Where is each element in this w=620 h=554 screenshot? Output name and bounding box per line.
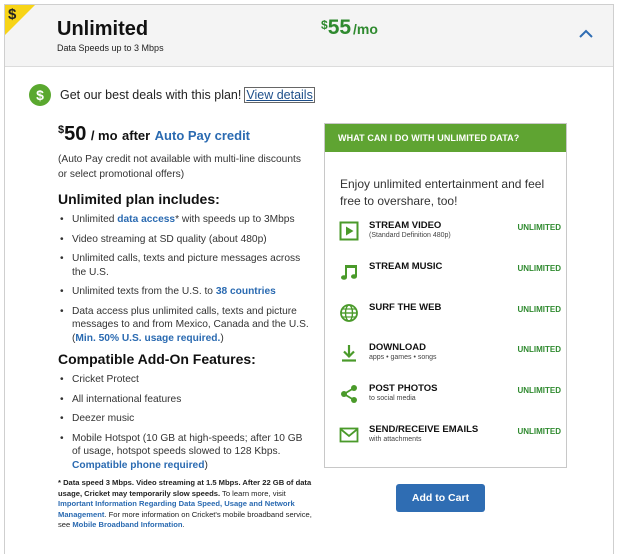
list-item: Unlimited data access* with speeds up to… <box>58 213 312 227</box>
plan-card: $ Unlimited Data Speeds up to 3 Mbps $55… <box>4 4 614 554</box>
chevron-up-icon[interactable] <box>579 27 593 41</box>
dollar-circle-icon: $ <box>29 84 51 106</box>
feature-title: SEND/RECEIVE EMAILS <box>369 424 479 435</box>
list-item: Video streaming at SD quality (about 480… <box>58 233 312 247</box>
feature-value: UNLIMITED <box>517 386 561 395</box>
globe-icon <box>340 304 358 322</box>
unlimited-data-intro: Enjoy unlimited entertainment and feel f… <box>340 177 545 208</box>
footnote: * Data speed 3 Mbps. Video streaming at … <box>58 478 312 529</box>
us-usage-link[interactable]: Min. 50% U.S. usage required. <box>75 333 220 344</box>
broadband-info-link[interactable]: Mobile Broadband Information <box>72 520 182 529</box>
unlimited-data-box: WHAT CAN I DO WITH UNLIMITED DATA? Enjoy… <box>324 123 567 468</box>
feature-value: UNLIMITED <box>517 264 561 273</box>
addons-list: Cricket Protect All international featur… <box>58 373 312 472</box>
autopay-credit-link[interactable]: Auto Pay credit <box>155 128 250 143</box>
feature-row: SEND/RECEIVE EMAILS with attachments UNL… <box>339 423 561 451</box>
email-icon <box>339 427 359 443</box>
feature-value: UNLIMITED <box>517 223 561 232</box>
feature-value: UNLIMITED <box>517 305 561 314</box>
view-details-link[interactable]: View details <box>244 87 315 103</box>
price-amount: 55 <box>327 16 352 39</box>
deal-banner: $ Get our best deals with this plan! Vie… <box>29 83 315 107</box>
plan-details: $50 / mo after Auto Pay credit (Auto Pay… <box>58 123 312 531</box>
feature-title: STREAM VIDEO <box>369 220 442 231</box>
plan-header[interactable]: $ Unlimited Data Speeds up to 3 Mbps $55… <box>5 5 613 67</box>
download-icon <box>342 345 356 362</box>
autopay-price-symbol: $ <box>58 124 65 136</box>
feature-title: SURF THE WEB <box>369 302 442 313</box>
feature-subtitle: apps • games • songs <box>369 354 437 361</box>
feature-row: SURF THE WEB UNLIMITED <box>339 301 561 329</box>
price-symbol: $ <box>321 18 328 32</box>
plan-subtitle: Data Speeds up to 3 Mbps <box>57 43 164 53</box>
autopay-after: after <box>122 128 151 143</box>
feature-row: STREAM VIDEO (Standard Definition 480p) … <box>339 219 561 247</box>
includes-list: Unlimited data access* with speeds up to… <box>58 213 312 345</box>
plan-name: Unlimited <box>57 18 149 40</box>
feature-value: UNLIMITED <box>517 427 561 436</box>
price-period: /mo <box>353 21 378 37</box>
feature-row: STREAM MUSIC UNLIMITED <box>339 260 561 288</box>
list-item: Cricket Protect <box>58 373 312 387</box>
includes-heading: Unlimited plan includes: <box>58 191 220 207</box>
feature-subtitle: (Standard Definition 480p) <box>369 232 451 239</box>
dollar-icon: $ <box>8 6 17 23</box>
autopay-price-period: / mo <box>90 128 118 143</box>
feature-value: UNLIMITED <box>517 345 561 354</box>
add-to-cart-button[interactable]: Add to Cart <box>396 484 485 512</box>
autopay-note: (Auto Pay credit not available with mult… <box>58 154 301 180</box>
feature-row: POST PHOTOS to social media UNLIMITED <box>339 382 561 410</box>
unlimited-data-heading: WHAT CAN I DO WITH UNLIMITED DATA? <box>325 124 566 152</box>
autopay-price-amount: 50 <box>64 123 87 145</box>
play-video-icon <box>339 221 359 241</box>
plan-price: $55/mo <box>321 16 378 40</box>
feature-row: DOWNLOAD apps • games • songs UNLIMITED <box>339 341 561 369</box>
list-item: Data access plus unlimited calls, texts … <box>58 305 312 346</box>
music-note-icon <box>341 265 357 280</box>
feature-subtitle: with attachments <box>369 436 422 443</box>
addons-heading: Compatible Add-On Features: <box>58 351 256 367</box>
feature-title: DOWNLOAD <box>369 342 426 353</box>
data-access-link[interactable]: data access <box>117 214 175 225</box>
compatible-phone-link[interactable]: Compatible phone required <box>72 460 204 471</box>
countries-link[interactable]: 38 countries <box>216 286 276 297</box>
list-item: Unlimited calls, texts and picture messa… <box>58 252 312 279</box>
feature-subtitle: to social media <box>369 395 416 402</box>
list-item: Deezer music <box>58 412 312 426</box>
list-item: Unlimited texts from the U.S. to 38 coun… <box>58 285 312 299</box>
feature-title: POST PHOTOS <box>369 383 438 394</box>
feature-title: STREAM MUSIC <box>369 261 443 272</box>
list-item: All international features <box>58 393 312 407</box>
deal-text: Get our best deals with this plan! <box>60 88 242 102</box>
autopay-price: $50 / mo after Auto Pay credit <box>58 123 312 146</box>
share-icon <box>341 385 357 403</box>
list-item: Mobile Hotspot (10 GB at high-speeds; af… <box>58 432 312 473</box>
